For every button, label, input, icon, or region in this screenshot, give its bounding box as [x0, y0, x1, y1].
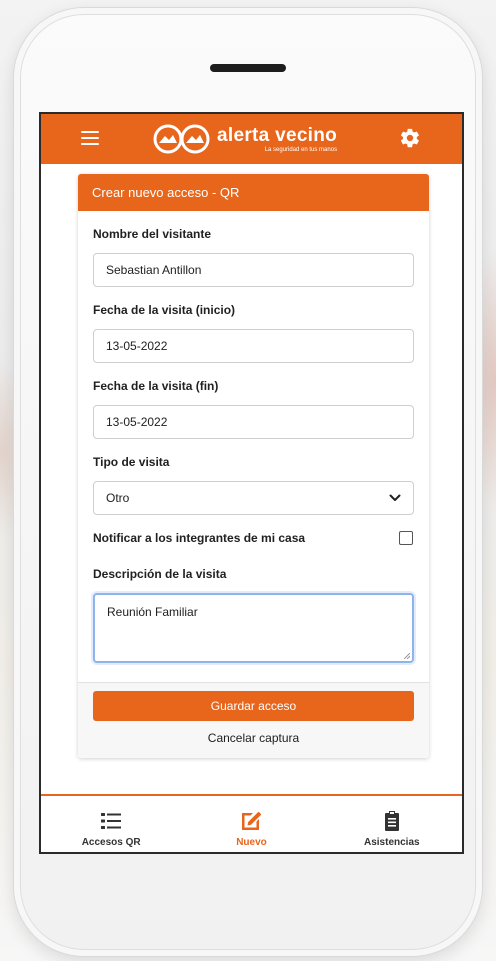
resize-grip-icon[interactable]	[404, 653, 410, 659]
notify-row: Notificar a los integrantes de mi casa	[93, 531, 414, 545]
start-date-label: Fecha de la visita (inicio)	[93, 303, 236, 317]
clipboard-icon	[384, 811, 399, 831]
start-date-input[interactable]: 13-05-2022	[93, 329, 414, 363]
visit-type-select[interactable]: Otro	[93, 481, 414, 515]
app-screen: alerta vecino La seguridad en tus manos …	[39, 112, 464, 854]
create-access-card: Crear nuevo acceso - QR Nombre del visit…	[78, 174, 429, 758]
description-label: Descripción de la visita	[93, 567, 227, 581]
nav-label-nuevo: Nuevo	[236, 837, 267, 848]
end-date-label: Fecha de la visita (fin)	[93, 379, 219, 393]
nav-label-asistencias: Asistencias	[363, 837, 420, 848]
edit-icon	[242, 811, 262, 830]
visitor-name-input[interactable]: Sebastian Antillon	[93, 253, 414, 287]
hamburger-menu-icon[interactable]	[81, 131, 99, 145]
nav-item-accesos-qr[interactable]: Accesos QR	[41, 796, 181, 852]
visitor-name-label: Nombre del visitante	[93, 227, 212, 241]
brand-logo: alerta vecino La seguridad en tus manos	[151, 120, 351, 158]
visit-type-value: Otro	[106, 491, 130, 505]
phone-speaker	[210, 64, 286, 72]
bottom-navigation: Accesos QR Nuevo Asistencias	[41, 794, 462, 852]
notify-checkbox[interactable]	[399, 531, 413, 545]
nav-label-accesos-qr: Accesos QR	[81, 837, 141, 848]
gear-icon[interactable]	[399, 127, 421, 149]
nav-item-nuevo[interactable]: Nuevo	[181, 796, 321, 852]
brand-name: alerta vecino	[217, 124, 338, 146]
nav-item-asistencias[interactable]: Asistencias	[322, 796, 462, 852]
list-icon	[101, 813, 122, 829]
description-value: Reunión Familiar	[107, 605, 198, 619]
cancel-capture-link[interactable]: Cancelar captura	[78, 731, 429, 745]
visitor-name-value: Sebastian Antillon	[106, 263, 202, 277]
end-date-input[interactable]: 13-05-2022	[93, 405, 414, 439]
start-date-value: 13-05-2022	[106, 339, 168, 353]
end-date-value: 13-05-2022	[106, 415, 168, 429]
description-textarea[interactable]: Reunión Familiar	[93, 593, 414, 663]
card-title: Crear nuevo acceso - QR	[78, 174, 429, 211]
logo-icon	[153, 124, 210, 154]
access-form: Nombre del visitante Sebastian Antillon …	[78, 211, 429, 663]
notify-label: Notificar a los integrantes de mi casa	[93, 531, 306, 545]
top-bar: alerta vecino La seguridad en tus manos	[41, 114, 462, 164]
visit-type-label: Tipo de visita	[93, 455, 170, 469]
card-footer: Guardar acceso Cancelar captura	[78, 682, 429, 758]
brand-tagline: La seguridad en tus manos	[264, 146, 338, 153]
chevron-down-icon	[389, 494, 401, 501]
save-access-button[interactable]: Guardar acceso	[93, 691, 414, 721]
